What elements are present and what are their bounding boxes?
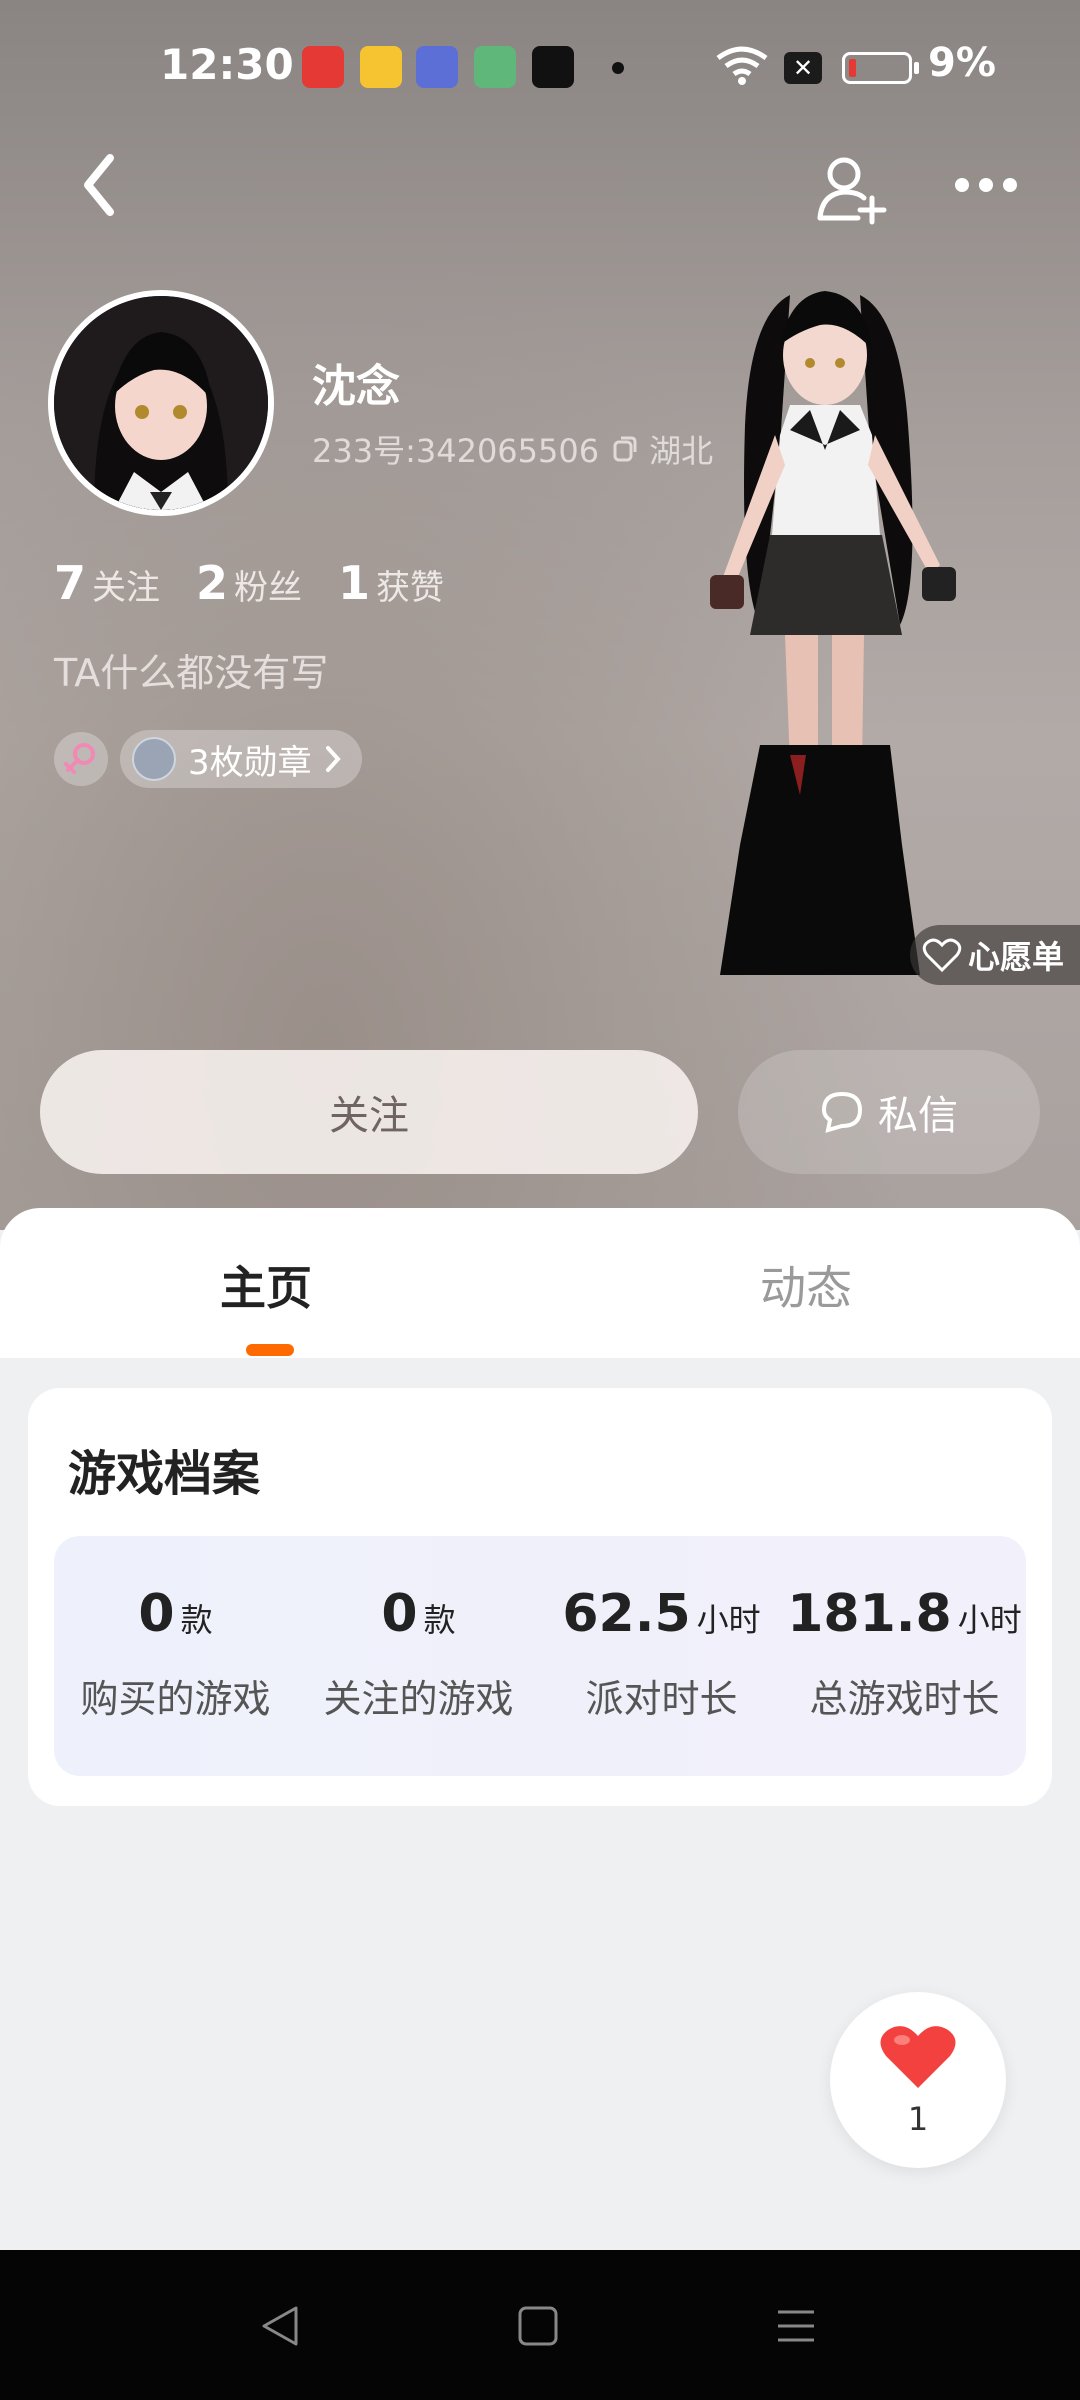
stat-value: 181.8 <box>787 1584 952 1644</box>
profile-tabs: 主页 动态 <box>0 1208 1080 1358</box>
add-user-icon[interactable] <box>814 150 890 226</box>
home-square-icon[interactable] <box>516 2304 560 2348</box>
like-count: 1 <box>907 2100 929 2138</box>
app-notification-icon <box>532 46 574 88</box>
stat-label: 派对时长 <box>585 1677 738 1721</box>
game-stat-followed[interactable]: 0款 关注的游戏 <box>297 1584 540 1723</box>
stat-value: 0 <box>381 1584 418 1644</box>
stat-following[interactable]: 7 关注 <box>54 556 160 610</box>
tab-feed[interactable]: 动态 <box>760 1252 852 1318</box>
battery-percent: 9% <box>928 40 996 86</box>
stat-fans[interactable]: 2 粉丝 <box>196 556 302 610</box>
user-id: 233号:342065506 <box>312 432 600 470</box>
wishlist-button[interactable]: 心愿单 <box>910 925 1080 985</box>
status-bar: 12:30 ✕ 9% <box>0 0 1080 140</box>
avatar-image <box>54 296 268 510</box>
game-stat-total-time[interactable]: 181.8 小时 总游戏时长 <box>783 1584 1026 1723</box>
stat-value: 62.5 <box>562 1584 691 1644</box>
system-nav-bar <box>0 2250 1080 2400</box>
stat-value: 2 <box>196 556 229 610</box>
stat-label: 关注的游戏 <box>323 1677 514 1721</box>
game-stats: 0款 购买的游戏 0款 关注的游戏 62.5 小时 派对时长 181.8 小时 总游… <box>54 1536 1026 1776</box>
wifi-icon <box>716 46 768 85</box>
active-tab-indicator <box>246 1344 294 1356</box>
like-button[interactable]: 1 <box>830 1992 1006 2168</box>
medals-chip[interactable]: 3枚勋章 <box>120 730 362 788</box>
game-stat-party-time[interactable]: 62.5 小时 派对时长 <box>540 1584 783 1723</box>
stat-label: 购买的游戏 <box>80 1677 271 1721</box>
profile-stats: 7 关注 2 粉丝 1 获赞 <box>54 556 444 610</box>
message-button[interactable]: 私信 <box>738 1050 1040 1174</box>
follow-button[interactable]: 关注 <box>40 1050 698 1174</box>
stat-value: 0 <box>138 1584 175 1644</box>
stat-value: 1 <box>338 556 371 610</box>
back-triangle-icon[interactable] <box>258 2302 302 2350</box>
copy-icon[interactable] <box>609 434 639 464</box>
wishlist-label: 心愿单 <box>968 938 1065 976</box>
chevron-left-icon[interactable] <box>78 150 118 220</box>
battery-tip <box>914 62 919 74</box>
stat-label: 获赞 <box>376 568 445 608</box>
battery-icon <box>842 52 912 84</box>
female-gender-icon <box>54 732 108 786</box>
heart-icon <box>880 2026 956 2088</box>
stat-unit: 小时 <box>957 1601 1022 1639</box>
card-title: 游戏档案 <box>68 1446 261 1502</box>
stat-label: 粉丝 <box>234 568 303 608</box>
app-notification-icon <box>360 46 402 88</box>
game-stat-purchased[interactable]: 0款 购买的游戏 <box>54 1584 297 1723</box>
message-label: 私信 <box>878 1093 958 1139</box>
chevron-right-icon <box>325 746 341 772</box>
stat-value: 7 <box>54 556 87 610</box>
medals-label: 3枚勋章 <box>188 742 312 783</box>
stat-label: 关注 <box>92 568 161 608</box>
stat-unit: 款 <box>423 1601 456 1639</box>
recents-menu-icon[interactable] <box>774 2304 818 2348</box>
more-dots-icon[interactable] <box>954 175 1018 195</box>
medal-icon <box>132 737 176 781</box>
chat-bubble-icon <box>821 1091 863 1133</box>
notification-dot-icon <box>612 62 624 74</box>
character-avatar-figure[interactable] <box>640 285 1000 985</box>
status-time: 12:30 <box>160 40 294 89</box>
app-notification-icon <box>302 46 344 88</box>
stat-likes[interactable]: 1 获赞 <box>338 556 444 610</box>
stat-unit: 款 <box>180 1601 213 1639</box>
tab-home[interactable]: 主页 <box>220 1252 312 1318</box>
user-name: 沈念 <box>312 361 400 412</box>
app-notification-icon <box>474 46 516 88</box>
avatar[interactable] <box>48 290 274 516</box>
no-sim-icon: ✕ <box>784 52 822 84</box>
game-record-card: 游戏档案 0款 购买的游戏 0款 关注的游戏 62.5 小时 派对时长 181.8… <box>28 1388 1052 1806</box>
stat-label: 总游戏时长 <box>809 1677 1000 1721</box>
user-bio: TA什么都没有写 <box>54 651 329 695</box>
heart-outline-icon <box>922 938 962 973</box>
app-notification-icon <box>416 46 458 88</box>
stat-unit: 小时 <box>696 1601 761 1639</box>
